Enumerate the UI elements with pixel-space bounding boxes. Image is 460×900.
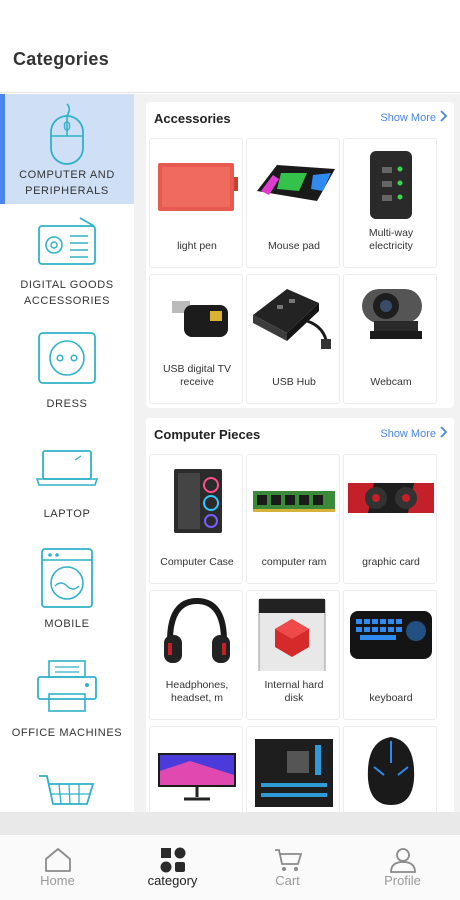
power-strip-image [370,151,412,219]
sidebar-item-label: COMPUTER AND [19,169,115,181]
product-name: light pen [177,240,217,252]
product-name: Multi-way electricity [368,227,414,252]
monitor-image [158,753,236,801]
chevron-right-icon[interactable] [440,110,448,122]
product-tile-computer-case[interactable]: Computer Case [149,454,243,584]
accessories-section: Accessories Show More light pen Mouse pa… [146,102,454,408]
tab-label: Home [40,873,75,888]
sidebar-item-label: MOBILE [44,618,90,630]
mouse-icon [50,103,84,165]
radio-icon [38,217,96,265]
section-title: Computer Pieces [154,427,261,442]
washing-machine-icon [41,548,93,608]
profile-icon [390,848,416,873]
laptop-icon [35,450,99,486]
webcam-image [362,289,422,339]
product-tile-motherboard[interactable] [246,726,340,812]
product-tile-internal-hard-disk[interactable]: Internal hard disk [246,590,340,720]
bottom-tab-bar: Home category Cart Profile [0,834,460,900]
product-tile-monitor[interactable] [149,726,243,812]
keyboard-image [350,611,432,659]
headphones-image [164,597,230,663]
sidebar-item-laptop[interactable]: LAPTOP [0,424,134,534]
section-title: Accessories [154,111,231,126]
usb-tv-receiver-image [172,301,228,337]
sidebar-item-label: OFFICE MACHINES [11,727,123,739]
chevron-right-icon[interactable] [440,426,448,438]
product-name: graphic card [362,556,420,568]
light-pen-image [158,163,238,211]
cart-icon [275,849,302,871]
computer-pieces-section: Computer Pieces Show More Computer Case [146,418,454,812]
product-tile-usb-digital-tv-receive[interactable]: USB digital TV receive [149,274,243,404]
show-more-link[interactable]: Show More [380,112,436,124]
tab-home[interactable]: Home [0,835,115,900]
shopping-cart-icon [39,775,95,805]
tab-label: Cart [275,873,300,888]
usb-hub-image [253,289,331,349]
category-sidebar[interactable]: COMPUTER AND PERIPHERALS DIGITAL GOODS A… [0,94,134,812]
product-name: computer ram [261,556,327,568]
product-tile-webcam[interactable]: Webcam [343,274,437,404]
tab-label: category [147,873,198,888]
product-tile-mouse-pad[interactable]: Mouse pad [246,138,340,268]
sidebar-item-office-machines[interactable]: OFFICE MACHINES [0,644,134,754]
product-tile-headphones[interactable]: Headphones, headset, m [149,590,243,720]
product-name: USB digital TV receive [162,363,232,388]
product-name: Mouse pad [268,240,320,252]
ram-stick-image [253,491,335,512]
sidebar-item-label: DIGITAL GOODS [20,279,114,291]
page-title: Categories [13,49,110,69]
product-tile-usb-hub[interactable]: USB Hub [246,274,340,404]
product-tile-multi-way-electricity[interactable]: Multi-way electricity [343,138,437,268]
sidebar-item-label: LAPTOP [43,508,91,520]
category-content: Accessories Show More light pen Mouse pa… [134,94,460,812]
product-name: Internal hard disk [264,679,324,704]
sidebar-item-label: DRESS [46,398,88,410]
sidebar-item-label: PERIPHERALS [25,185,109,197]
gaming-mouse-image [367,737,415,805]
tab-cart[interactable]: Cart [230,835,345,900]
sidebar-item-mobile[interactable]: MOBILE [0,534,134,644]
product-name: Computer Case [160,556,234,568]
sidebar-item-shopping[interactable] [0,754,134,812]
computer-case-image [174,469,222,533]
motherboard-image [255,739,333,807]
product-name: Webcam [370,376,412,388]
product-tile-computer-ram[interactable]: computer ram [246,454,340,584]
tab-label: Profile [384,873,421,888]
graphics-card-image [348,483,434,513]
product-tile-graphic-card[interactable]: graphic card [343,454,437,584]
sidebar-item-dress[interactable]: DRESS [0,314,134,424]
product-tile-light-pen[interactable]: light pen [149,138,243,268]
product-tile-keyboard[interactable]: keyboard [343,590,437,720]
product-name: Headphones, headset, m [165,679,229,704]
sidebar-item-label: ACCESSORIES [23,295,111,307]
product-name: USB Hub [272,376,316,388]
printer-icon [37,660,97,712]
product-name: keyboard [369,692,413,704]
scroll-separator [0,812,460,834]
sidebar-item-computer-and-peripherals[interactable]: COMPUTER AND PERIPHERALS [0,94,134,204]
home-icon [45,848,71,872]
app-header: Categories [0,0,460,93]
show-more-link[interactable]: Show More [380,428,436,440]
socket-icon [38,332,96,384]
hard-disk-image [258,598,326,671]
product-tile-gaming-mouse[interactable] [343,726,437,812]
tab-profile[interactable]: Profile [345,835,460,900]
mouse-pad-image [257,165,335,201]
sidebar-item-digital-goods-accessories[interactable]: DIGITAL GOODS ACCESSORIES [0,204,134,314]
category-icon [160,847,186,873]
tab-category[interactable]: category [115,835,230,900]
